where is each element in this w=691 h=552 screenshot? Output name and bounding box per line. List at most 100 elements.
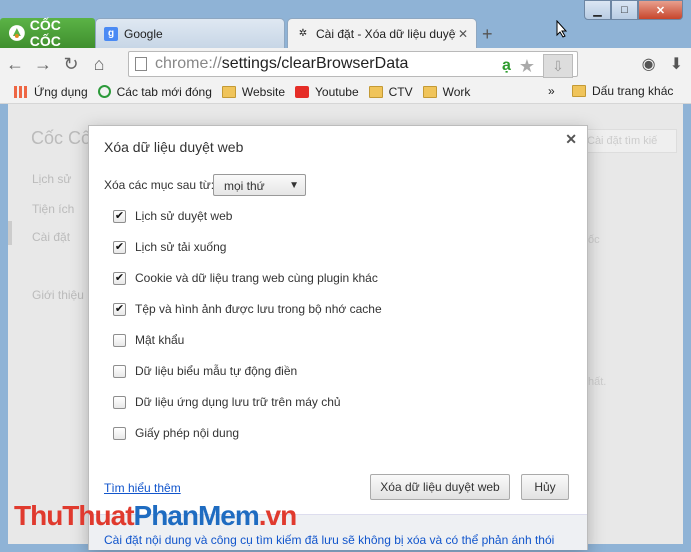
tab-close-icon[interactable]: ✕ [458,27,468,41]
bookmark-label: Ứng dụng [34,84,88,99]
option-label: Tệp và hình ảnh được lưu trong bộ nhớ ca… [135,302,382,316]
option-hosted-app-data[interactable]: Dữ liệu ứng dụng lưu trữ trên máy chủ [113,395,341,409]
typing-tool-icon[interactable]: ạ [502,57,511,75]
sidebar-item-settings[interactable]: Cài đặt [32,230,70,244]
option-label: Giấy phép nội dung [135,426,240,440]
bookmark-label: Các tab mới đóng [116,84,212,99]
tab-google[interactable]: g Google [95,18,285,48]
download-video-icon[interactable]: ⇩ [543,54,573,78]
chevron-down-icon: ▼ [289,180,299,191]
sidebar-item-history[interactable]: Lịch sử [32,172,71,186]
page-icon [135,57,147,71]
option-cookies[interactable]: ✔ Cookie và dữ liệu trang web cùng plugi… [113,271,378,285]
reload-icon[interactable]: ↻ [58,51,84,77]
option-label: Dữ liệu biểu mẫu tự động điền [135,364,298,378]
youtube-icon [295,85,310,98]
bookmark-star-icon[interactable]: ★ [519,56,535,77]
checkbox[interactable]: ✔ [113,240,126,254]
time-period-select[interactable]: mọi thứ ▼ [213,174,306,196]
url-scheme: chrome:// [155,55,222,72]
sidebar-item-about[interactable]: Giới thiệu [32,288,84,302]
checkbox[interactable] [113,395,126,409]
new-tab-button[interactable]: + [482,24,493,45]
bookmark-ctv[interactable]: CTV [368,85,413,99]
back-icon[interactable]: ← [2,51,28,77]
cancel-button[interactable]: Hủy [521,474,569,500]
url-path: settings/clearBrowserData [221,55,409,72]
google-icon: g [104,26,118,41]
history-icon [97,85,111,98]
watermark-part: ThuThuat [14,500,135,531]
address-bar[interactable]: chrome:// settings/clearBrowserData ạ ★ … [128,51,578,78]
brand-name: CỐC CỐC [29,17,61,49]
coccoc-logo-icon [8,25,25,41]
sidebar-item-extensions[interactable]: Tiện ích [32,202,74,216]
tab-title: Google [124,26,163,41]
option-browsing-history[interactable]: ✔ Lịch sử duyệt web [113,209,232,223]
download-icon[interactable]: ⬇ [670,54,683,74]
option-label: Mật khẩu [135,333,185,347]
checkbox[interactable] [113,333,126,347]
bookmarks-bar: Ứng dụng Các tab mới đóng Website Youtub… [0,80,691,104]
option-passwords[interactable]: Mật khẩu [113,333,184,347]
option-label: Cookie và dữ liệu trang web cùng plugin … [135,271,378,285]
folder-icon [422,85,437,98]
watermark-part: PhanMem [133,500,260,531]
tab-title: Cài đặt - Xóa dữ liệu duyệt [316,26,456,41]
bookmark-label: Youtube [315,84,359,99]
bookmark-work[interactable]: Work [422,84,471,99]
option-label: Lịch sử duyệt web [135,209,233,223]
background-text: hất. [588,376,607,388]
checkbox[interactable] [113,364,126,378]
background-text: ốc [588,234,600,246]
checkbox[interactable]: ✔ [113,271,126,285]
tab-settings[interactable]: ✲ Cài đặt - Xóa dữ liệu duyệt ✕ [287,18,477,48]
mouse-cursor-icon [556,20,568,38]
bookmark-label: Work [442,84,471,99]
gear-icon: ✲ [298,28,308,39]
close-window-button[interactable]: ✕ [638,0,683,20]
clear-browsing-data-dialog: ✕ Xóa dữ liệu duyệt web Xóa các mục sau … [88,125,588,550]
maximize-button[interactable]: □ [611,0,638,20]
forward-icon[interactable]: → [30,51,56,77]
sidebar-title: Cốc Cố [31,128,92,148]
extension-icons: ◉ ⬇ [642,54,683,74]
clear-from-label: Xóa các mục sau từ: [104,178,215,192]
option-autofill[interactable]: Dữ liệu biểu mẫu tự động điền [113,364,297,378]
bookmark-label: Dấu trang khác [592,84,674,98]
dialog-title: Xóa dữ liệu duyệt web [104,139,244,155]
sidebar-active-indicator [8,221,12,245]
bookmarks-overflow-button[interactable]: » [548,84,555,98]
omnibox-actions: ạ ★ ⇩ [502,54,573,78]
watermark-part: .vn [258,500,297,531]
option-cache[interactable]: ✔ Tệp và hình ảnh được lưu trong bộ nhớ … [113,302,382,316]
camera-icon[interactable]: ◉ [642,54,656,74]
folder-icon [221,85,236,98]
clear-browsing-data-button[interactable]: Xóa dữ liệu duyệt web [370,474,510,500]
checkbox[interactable]: ✔ [113,302,126,316]
minimize-button[interactable]: ▁ [584,0,611,20]
footer-info-link[interactable]: Cài đặt nội dung và công cụ tìm kiếm đã … [104,533,554,547]
option-content-licenses[interactable]: Giấy phép nội dung [113,426,239,440]
folder-icon [572,85,586,97]
option-label: Dữ liệu ứng dụng lưu trữ trên máy chủ [135,395,341,409]
checkbox[interactable] [113,426,126,440]
home-icon[interactable]: ⌂ [86,51,112,77]
apps-icon [14,85,28,98]
option-download-history[interactable]: ✔ Lịch sử tải xuống [113,240,226,254]
tab-strip: CỐC CỐC g Google ✲ Cài đặt - Xóa dữ liệu… [0,17,691,50]
bookmark-label: Website [241,84,286,99]
toolbar: ← → ↻ ⌂ chrome:// settings/clearBrowserD… [0,48,691,80]
coccoc-brand-button[interactable]: CỐC CỐC [0,17,95,49]
checkbox[interactable]: ✔ [113,209,126,223]
option-label: Lịch sử tải xuống [135,240,227,254]
bookmark-youtube[interactable]: Youtube [295,85,359,99]
browser-window: ▁ □ ✕ CỐC CỐC g Google ✲ Cài đặt - Xóa d… [0,0,691,552]
bookmark-other[interactable]: Dấu trang khác [572,84,673,98]
dialog-close-icon[interactable]: ✕ [565,131,577,148]
learn-more-link[interactable]: Tìm hiểu thêm [104,481,181,495]
bookmark-apps[interactable]: Ứng dụng [14,85,88,99]
bookmark-recent-tabs[interactable]: Các tab mới đóng [97,84,212,99]
settings-search-input[interactable]: Cài đặt tìm kiế [581,129,677,153]
bookmark-website[interactable]: Website [221,84,286,99]
